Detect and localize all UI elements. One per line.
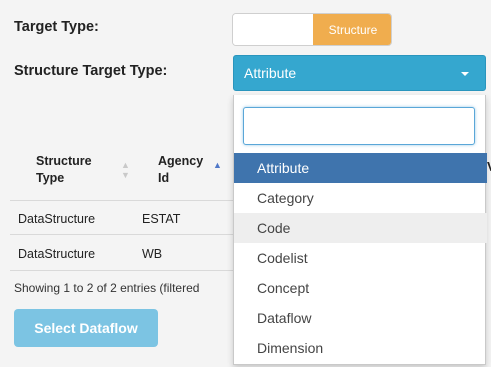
sort-ascending-icon[interactable]: ▲ [213,160,222,170]
select-value: Attribute [244,65,297,81]
target-type-label: Target Type: [14,19,99,35]
option-concept[interactable]: Concept [234,273,487,303]
clipped-header-fragment: V [487,159,491,174]
option-code[interactable]: Code [234,213,487,243]
toggle-off-side[interactable] [233,14,313,45]
header-divider [10,200,235,201]
toggle-on-side[interactable]: Structure [313,14,391,45]
option-dataflow[interactable]: Dataflow [234,303,487,333]
option-codelist[interactable]: Codelist [234,243,487,273]
caret-down-icon [461,72,469,76]
row-divider [10,270,235,271]
header-line: Agency [158,154,204,168]
table-info: Showing 1 to 2 of 2 entries (filtered [14,281,200,295]
cell-structure-type: DataStructure [18,212,96,226]
row-divider [10,234,235,235]
select-dropdown: Attribute Category Code Codelist Concept… [233,95,487,365]
option-category[interactable]: Category [234,183,487,213]
column-header-structure-type[interactable]: Structure Type [36,153,92,187]
structure-target-type-label: Structure Target Type: [14,63,168,79]
header-line: Structure [36,154,92,168]
option-attribute[interactable]: Attribute [234,153,487,183]
cell-structure-type: DataStructure [18,247,96,261]
cell-agency-id: WB [142,247,163,261]
header-line: Type [36,171,65,185]
dropdown-search-input[interactable] [243,107,475,145]
target-type-toggle[interactable]: Structure [232,13,392,46]
structure-target-type-select[interactable]: Attribute [233,55,486,91]
select-dataflow-button[interactable]: Select Dataflow [14,309,158,347]
sort-both-icon[interactable]: ▲ ▼ [121,160,130,180]
cell-agency-id: ESTAT [142,212,181,226]
option-dimension[interactable]: Dimension [234,333,487,363]
column-header-agency-id[interactable]: Agency Id [158,153,203,187]
header-line: Id [158,171,170,185]
